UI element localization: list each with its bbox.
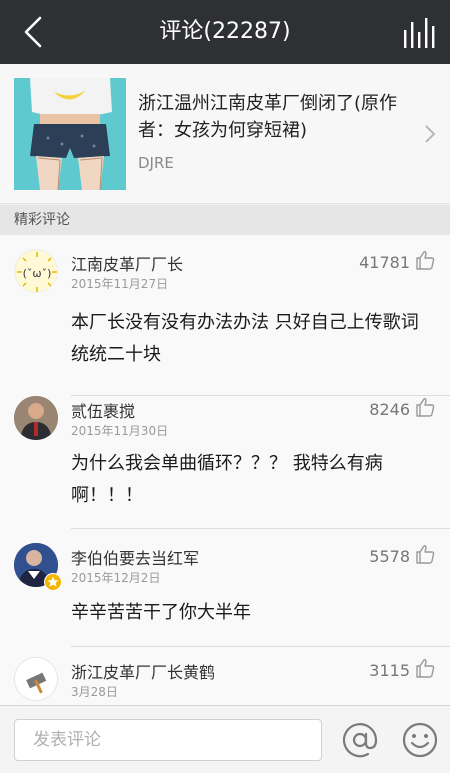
emoji-smile-icon[interactable] [400, 720, 440, 760]
thumbs-up-icon[interactable] [414, 657, 436, 679]
song-artist: DJRE [138, 154, 174, 172]
thumbs-up-icon[interactable] [414, 396, 436, 418]
album-cover [14, 78, 126, 190]
like-count: 41781 [359, 253, 410, 272]
comment-text: 为什么我会单曲循环？？？ 我特么有病啊！！！ [71, 453, 383, 506]
page-title: 评论(22287) [159, 19, 291, 44]
avatar[interactable] [14, 396, 58, 440]
thumbs-up-icon[interactable] [414, 543, 436, 565]
like-count: 3115 [369, 661, 410, 680]
person-photo-icon [14, 396, 58, 440]
comment-date: 2015年11月30日 [71, 424, 169, 438]
chevron-right-icon [425, 125, 436, 143]
smiley-face-icon: (ˇωˇ) [16, 251, 57, 292]
hammer-logo-icon [15, 658, 57, 700]
like-count: 8246 [369, 400, 410, 419]
comment-text: 辛辛苦苦干了你大半年 [71, 602, 251, 623]
top-bar: 评论(22287) [0, 0, 450, 64]
section-header: 精彩评论 [0, 205, 450, 235]
comment-date: 3月28日 [71, 685, 118, 699]
divider [71, 646, 450, 647]
comment-input[interactable]: 发表评论 [14, 719, 322, 761]
comment-date: 2015年11月27日 [71, 277, 169, 291]
comment-username[interactable]: 浙江皮革厂厂长黄鹤 [71, 659, 215, 683]
divider [71, 528, 450, 529]
song-card[interactable]: 浙江温州江南皮革厂倒闭了(原作者：女孩为何穿短裙) DJRE [0, 64, 450, 204]
avatar[interactable] [14, 657, 58, 701]
like-count: 5578 [369, 547, 410, 566]
svg-text:(ˇωˇ): (ˇωˇ) [23, 267, 52, 280]
comment-date: 2015年12月2日 [71, 571, 161, 585]
cover-illustration [14, 78, 126, 190]
vip-star-badge-icon [44, 573, 62, 591]
mention-at-icon[interactable] [340, 720, 380, 760]
comment-username[interactable]: 江南皮革厂厂长 [71, 251, 183, 275]
comment-list: (ˇωˇ) 江南皮革厂厂长 2015年11月27日 41781 本厂长没有没有办… [0, 235, 450, 705]
comment-input-bar: 发表评论 [0, 705, 450, 773]
avatar[interactable]: (ˇωˇ) [14, 249, 58, 293]
comment-username[interactable]: 李伯伯要去当红军 [71, 545, 199, 569]
comment-username[interactable]: 贰伍裹搅 [71, 398, 135, 422]
playing-bars-icon[interactable] [400, 14, 436, 50]
comment-text: 本厂长没有没有办法办法 只好自己上传歌词 统统二十块 [71, 312, 419, 365]
song-title: 浙江温州江南皮革厂倒闭了(原作者：女孩为何穿短裙) [138, 93, 398, 141]
divider [71, 395, 450, 396]
thumbs-up-icon[interactable] [414, 249, 436, 271]
